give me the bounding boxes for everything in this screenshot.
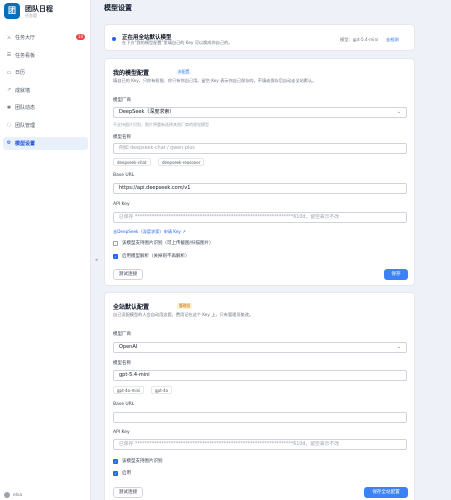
checkbox-checked-icon: ✓ bbox=[113, 458, 118, 464]
admin-badge: 管理员 bbox=[177, 303, 193, 309]
model-chip[interactable]: deepseek-reasoner bbox=[158, 158, 205, 166]
api-key-label: API Key bbox=[113, 202, 130, 207]
api-key-input[interactable]: 已保存 ************************************… bbox=[113, 439, 407, 450]
global-default-config-card: 全站默认配置 管理员 自己没配模型的人会自动用这套，费用记在这个 Key 上，只… bbox=[104, 292, 415, 500]
brand[interactable]: 团 团队日程 任务管 bbox=[4, 3, 88, 25]
section-title: 全站默认配置 bbox=[113, 304, 150, 311]
base-url-label: Base URL bbox=[113, 402, 135, 407]
provider-label: 模型厂商 bbox=[113, 332, 131, 337]
model-chip[interactable]: gpt-4o-mini bbox=[113, 386, 145, 394]
my-model-config-card: 我的模型配置 未配置 填自己的 Key，只你有权限、你只有你自己用。留空 Key… bbox=[104, 58, 415, 286]
sidebar-item-calendar[interactable]: ▭ 日历 bbox=[3, 66, 88, 79]
status-dot-icon bbox=[112, 37, 116, 41]
sidebar-item-label: 任务大厅 bbox=[15, 35, 36, 41]
sidebar-item-team-activity[interactable]: ✱ 团队动态 bbox=[3, 101, 88, 114]
provider-value: OpenAI bbox=[119, 344, 138, 350]
image-recognition-checkbox[interactable]: ✓ 该模型支持图片识别 bbox=[113, 458, 163, 464]
sidebar-item-task-board[interactable]: ☰ 任务看板 bbox=[3, 49, 88, 62]
board-icon: ☰ bbox=[6, 52, 12, 59]
section-description: 填自己的 Key，只你有权限、你只有你自己用。留空 Key 表示你自己保存的，不… bbox=[113, 78, 317, 83]
checkbox-checked-icon: ✓ bbox=[113, 253, 118, 259]
model-input[interactable]: gpt-5.4-mini bbox=[113, 370, 407, 381]
section-description: 自己没配模型的人会自动用这套，费用记在这个 Key 上，只有管理员能改。 bbox=[113, 312, 254, 317]
activity-icon: ✱ bbox=[6, 104, 12, 111]
current-model: 模型：gpt-5.4-mini bbox=[340, 37, 379, 42]
swords-icon: ⚔ bbox=[6, 34, 12, 41]
sidebar-item-model-settings[interactable]: ⚙ 模型设置 bbox=[3, 136, 88, 150]
checkbox-label: 该模型支持图片识别（可上传截图/扫描图片） bbox=[122, 241, 214, 246]
test-connection-button[interactable]: 测试连接 bbox=[113, 487, 143, 498]
provider-label: 模型厂商 bbox=[113, 98, 131, 103]
model-label: 模型名称 bbox=[113, 361, 131, 366]
avatar bbox=[4, 492, 10, 498]
user-name: elsa bbox=[13, 492, 23, 498]
image-recognition-checkbox[interactable]: 该模型支持图片识别（可上传截图/扫描图片） bbox=[113, 240, 214, 246]
checkbox-label: 启用 bbox=[122, 471, 131, 476]
model-chip[interactable]: gpt-4o bbox=[151, 386, 173, 394]
checkbox-label: 该模型支持图片识别 bbox=[122, 459, 163, 464]
status-badge: 未配置 bbox=[176, 69, 192, 75]
apply-key-link[interactable]: 去DeepSeek（深度求索）申请 Key ↗ bbox=[113, 229, 186, 235]
test-connection-button[interactable]: 测试连接 bbox=[113, 269, 143, 280]
save-button[interactable]: 保存 bbox=[384, 269, 408, 280]
app-subtitle: 任务管 bbox=[25, 13, 37, 18]
chevron-down-icon: ⌄ bbox=[396, 344, 401, 350]
sidebar-item-label: 日历 bbox=[15, 70, 26, 77]
sidebar-item-label: 团队管理 bbox=[15, 122, 36, 129]
provider-select[interactable]: OpenAI ⌄ bbox=[113, 342, 407, 353]
calendar-icon: ▭ bbox=[6, 69, 12, 76]
sidebar-item-label: 任务看板 bbox=[15, 52, 36, 59]
base-url-input[interactable]: https://api.deepseek.com/v1 bbox=[113, 183, 407, 194]
app-logo: 团 bbox=[4, 3, 20, 19]
team-icon: ◌ bbox=[6, 122, 12, 129]
checkbox-unchecked-icon bbox=[113, 240, 118, 246]
provider-select[interactable]: DeepSeek（深度求索） ⌄ bbox=[113, 107, 407, 118]
sidebar-item-team-management[interactable]: ◌ 团队管理 bbox=[3, 119, 88, 132]
sidebar-item-label: 团队动态 bbox=[15, 105, 36, 112]
user-profile[interactable]: elsa bbox=[4, 492, 22, 498]
trend-icon: ↗ bbox=[6, 87, 12, 94]
sidebar-item-achievements[interactable]: ↗ 成就墙 bbox=[3, 84, 88, 97]
checkbox-label: 启用模型解析（关掉则不再解析） bbox=[122, 254, 190, 259]
provider-hint: 不支持图片识别，图片将重新选择其他厂商的视觉模型 bbox=[113, 122, 209, 127]
model-label: 模型名称 bbox=[113, 135, 131, 140]
default-model-banner: 正在用全站默认模型 在下方"我的模型配置"里填自己的 Key 可以换成你自己的。… bbox=[104, 24, 415, 51]
section-title: 我的模型配置 bbox=[113, 70, 150, 77]
sidebar-item-label: 模型设置 bbox=[15, 140, 36, 147]
sidebar-item-task-hall[interactable]: ⚔ 任务大厅 10 bbox=[3, 31, 88, 44]
sidebar: 团 团队日程 任务管 ⚔ 任务大厅 10 ☰ 任务看板 ▭ 日历 ↗ 成就墙 ✱… bbox=[0, 0, 91, 500]
sidebar-nav: ⚔ 任务大厅 10 ☰ 任务看板 ▭ 日历 ↗ 成就墙 ✱ 团队动态 ◌ 团队管… bbox=[3, 31, 88, 154]
api-key-input[interactable]: 已保存 ************************************… bbox=[113, 212, 407, 223]
provider-value: DeepSeek（深度求索） bbox=[119, 109, 175, 115]
collapse-sidebar-icon[interactable]: ◂ bbox=[95, 257, 98, 263]
sidebar-item-label: 成就墙 bbox=[15, 87, 31, 94]
model-chip[interactable]: deepseek-chat bbox=[113, 158, 151, 166]
banner-description: 在下方"我的模型配置"里填自己的 Key 可以换成你自己的。 bbox=[122, 40, 233, 45]
chevron-down-icon: ⌄ bbox=[396, 109, 401, 115]
api-key-label: API Key bbox=[113, 430, 130, 435]
check-link[interactable]: 去检测 bbox=[386, 37, 399, 43]
enable-parsing-checkbox[interactable]: ✓ 启用模型解析（关掉则不再解析） bbox=[113, 253, 190, 259]
base-url-label: Base URL bbox=[113, 173, 135, 178]
enable-checkbox[interactable]: ✓ 启用 bbox=[113, 470, 131, 476]
settings-icon: ⚙ bbox=[6, 140, 12, 147]
notification-badge: 10 bbox=[75, 34, 85, 40]
page-title: 模型设置 bbox=[104, 4, 132, 12]
base-url-input[interactable] bbox=[113, 412, 407, 423]
save-global-config-button[interactable]: 保存全站配置 bbox=[364, 487, 408, 498]
checkbox-checked-icon: ✓ bbox=[113, 470, 118, 476]
model-input[interactable]: 例如 deepseek-chat / qwen-plus bbox=[113, 143, 407, 154]
